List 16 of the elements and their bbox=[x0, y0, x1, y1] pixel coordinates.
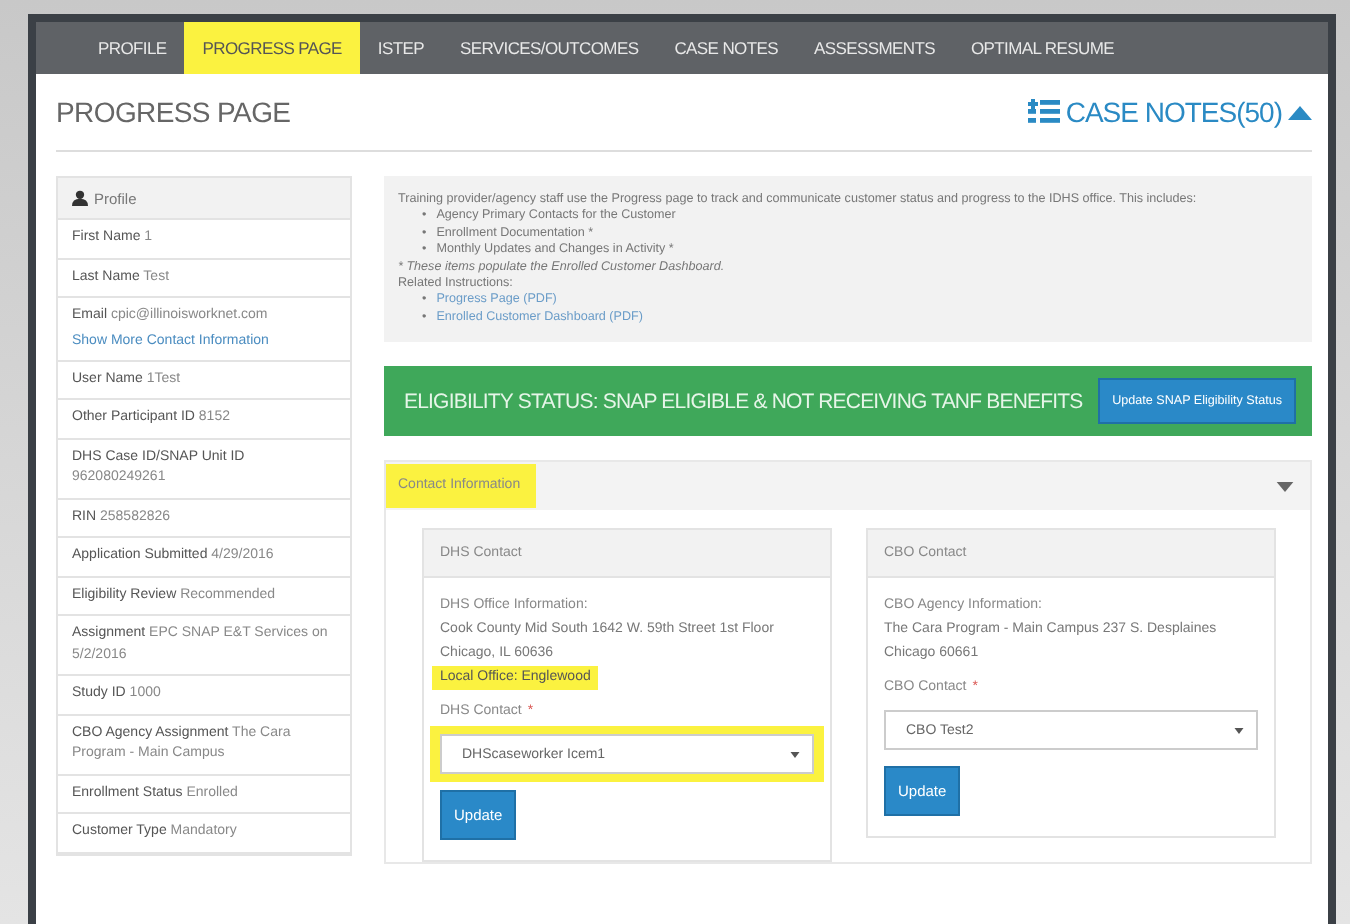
caret-up-icon bbox=[1288, 105, 1312, 119]
nav-tab[interactable]: OPTIMAL RESUME bbox=[952, 22, 1132, 74]
nav-tab[interactable]: PROFILE bbox=[80, 22, 185, 74]
add-list-icon bbox=[1027, 98, 1060, 126]
nav-tab[interactable]: PROGRESS PAGE bbox=[184, 22, 360, 74]
nav-tab[interactable]: CASE NOTES bbox=[656, 22, 796, 74]
eligibility-status: ELIGIBILITY STATUS: SNAP ELIGIBLE & NOT RECEIVING TANF BENEFITS bbox=[404, 389, 1083, 414]
dropdown-icon bbox=[790, 751, 800, 758]
dropdown-icon bbox=[1234, 727, 1244, 734]
nav-tab[interactable]: ISTEP bbox=[359, 22, 442, 74]
page-title: PROGRESS PAGE bbox=[56, 96, 291, 128]
case-notes-link[interactable]: CASE NOTES(50) bbox=[1027, 96, 1312, 128]
nav-tab[interactable]: ASSESSMENTS bbox=[796, 22, 953, 74]
nav-tab[interactable]: SERVICES/OUTCOMES bbox=[441, 22, 657, 74]
user-icon bbox=[72, 190, 88, 206]
case-notes-label: CASE NOTES(50) bbox=[1065, 96, 1282, 128]
